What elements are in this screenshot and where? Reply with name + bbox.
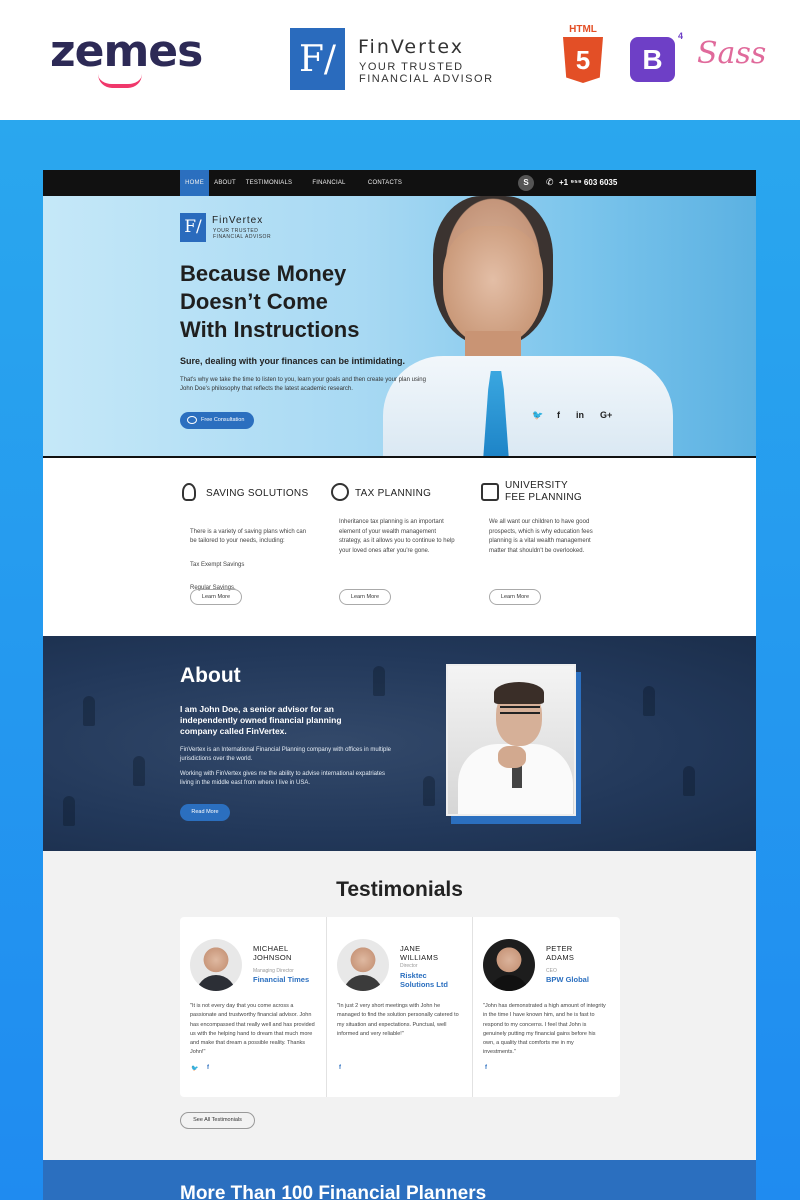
site-preview: HOME ABOUT TESTIMONIALS FINANCIAL PLANNI… — [43, 170, 756, 1200]
hero-man-photo — [343, 196, 673, 458]
testimonial-quote: "John has demonstrated a high amount of … — [483, 1003, 606, 1056]
planners-heading: More Than 100 Financial Planners — [180, 1183, 487, 1200]
service-list-item: Tax Exempt Savings — [190, 562, 245, 568]
testimonial-company[interactable]: Financial Times — [253, 975, 309, 984]
testimonials-title: Testimonials — [336, 878, 463, 901]
nav-item-contacts[interactable]: CONTACTS — [367, 170, 403, 196]
sass-icon: Sass — [697, 36, 767, 71]
tagline-line-1: YOUR TRUSTED — [359, 61, 464, 73]
avatar — [190, 939, 242, 991]
chat-icon — [187, 416, 197, 424]
promo-header: zemes F/ FinVertex YOUR TRUSTED FINANCIA… — [0, 0, 800, 120]
facebook-icon[interactable]: f — [557, 410, 560, 420]
testimonial-quote: "It is not every day that you come acros… — [190, 1003, 315, 1056]
testimonial-name: JANE WILLIAMS — [400, 944, 439, 962]
skype-icon[interactable]: S — [518, 175, 534, 191]
testimonial-name: MICHAEL JOHNSON — [253, 944, 292, 962]
about-photo — [446, 664, 576, 816]
hero-subtitle: Sure, dealing with your finances can be … — [180, 356, 406, 366]
testimonial-name: PETER ADAMS — [546, 944, 575, 962]
learn-more-button[interactable]: Learn More — [489, 589, 541, 605]
hero-logo-tagline: YOUR TRUSTED FINANCIAL ADVISOR — [213, 228, 271, 240]
clock-icon — [331, 483, 349, 501]
zemes-logo: zemes — [50, 26, 203, 77]
learn-more-button[interactable]: Learn More — [339, 589, 391, 605]
planners-band: More Than 100 Financial Planners — [43, 1160, 756, 1200]
hero-tagline-2: FINANCIAL ADVISOR — [213, 234, 272, 240]
testimonials-card: MICHAEL JOHNSON Managing Director Financ… — [180, 917, 620, 1097]
twitter-icon[interactable]: 🐦 — [191, 1065, 198, 1072]
service-text: We all want our children to have good pr… — [489, 519, 593, 554]
about-title: About — [180, 664, 241, 687]
finvertex-logo-tagline: YOUR TRUSTED FINANCIAL ADVISOR — [359, 61, 494, 85]
nav-item-financial-planning[interactable]: FINANCIAL PLANNING — [299, 170, 359, 212]
facebook-icon[interactable]: f — [485, 1065, 487, 1071]
linkedin-icon[interactable]: in — [576, 410, 584, 420]
testimonial-quote: "In just 2 very short meetings with John… — [337, 1003, 459, 1037]
avatar — [337, 939, 389, 991]
free-consultation-label: Free Consultation — [201, 417, 245, 423]
lightbulb-icon — [182, 483, 196, 501]
testimonial-company[interactable]: BPW Global — [546, 975, 589, 984]
twitter-icon[interactable]: 🐦 — [532, 410, 543, 421]
testimonial-item: JANE WILLIAMS Director Risktec Solutions… — [326, 917, 471, 1097]
finvertex-logo-name: FinVertex — [358, 36, 464, 58]
service-title: SAVING SOLUTIONS — [206, 488, 309, 499]
zemes-logo-smile — [98, 74, 142, 88]
service-description: There is a variety of saving plans which… — [190, 528, 307, 545]
html5-icon: HTML 5 — [563, 24, 603, 84]
testimonial-role: Managing Director — [253, 968, 294, 974]
bootstrap-version: 4 — [677, 31, 683, 41]
see-all-testimonials-button[interactable]: See All Testimonials — [180, 1112, 255, 1129]
hero-title: Because Money Doesn’t Come With Instruct… — [180, 261, 360, 342]
hero-text: That's why we take the time to listen to… — [180, 377, 426, 392]
bootstrap-icon: B4 — [630, 31, 683, 82]
top-nav: HOME ABOUT TESTIMONIALS FINANCIAL PLANNI… — [43, 170, 756, 212]
hero-logo-name: FinVertex — [212, 215, 264, 226]
phone-number[interactable]: +1 ⁹⁵⁹ 603 6035 — [559, 178, 617, 187]
about-paragraph-2: Working with FinVertex gives me the abil… — [180, 771, 385, 786]
facebook-icon[interactable]: f — [339, 1065, 341, 1071]
html5-label: HTML — [569, 24, 597, 35]
service-title: TAX PLANNING — [355, 488, 432, 499]
nav-item-testimonials[interactable]: TESTIMONIALS — [245, 170, 293, 196]
learn-more-button[interactable]: Learn More — [190, 589, 242, 605]
service-title: UNIVERSITY FEE PLANNING — [505, 480, 582, 503]
tagline-line-2: FINANCIAL ADVISOR — [359, 73, 494, 85]
about-section: About I am John Doe, a senior advisor fo… — [43, 636, 756, 851]
finvertex-logo-icon: F/ — [290, 28, 345, 90]
free-consultation-button[interactable]: Free Consultation — [180, 412, 254, 429]
facebook-icon[interactable]: f — [207, 1065, 209, 1071]
nav-item-about[interactable]: ABOUT — [213, 170, 237, 196]
phone-icon: ✆ — [546, 177, 554, 187]
testimonial-item: MICHAEL JOHNSON Managing Director Financ… — [180, 917, 325, 1097]
nav-item-home[interactable]: HOME — [180, 170, 209, 196]
hero-section: F/ FinVertex YOUR TRUSTED FINANCIAL ADVI… — [43, 196, 756, 458]
avatar — [483, 939, 535, 991]
about-paragraph-1: FinVertex is an International Financial … — [180, 747, 392, 762]
testimonial-role: CEO — [546, 968, 557, 974]
googleplus-icon[interactable]: G+ — [600, 410, 612, 420]
hero-logo-icon[interactable]: F/ — [180, 213, 206, 242]
testimonial-item: PETER ADAMS CEO BPW Global "John has dem… — [472, 917, 617, 1097]
read-more-button[interactable]: Read More — [180, 804, 230, 821]
testimonials-section: Testimonials MICHAEL JOHNSON Managing Di… — [43, 851, 756, 1160]
testimonial-company[interactable]: Risktec Solutions Ltd — [400, 971, 448, 989]
services-section: SAVING SOLUTIONS There is a variety of s… — [43, 458, 756, 636]
service-text: Inheritance tax planning is an important… — [339, 519, 455, 554]
about-lead: I am John Doe, a senior advisor for an i… — [180, 704, 342, 736]
testimonial-role: Director — [400, 963, 418, 969]
wallet-icon — [481, 483, 499, 501]
